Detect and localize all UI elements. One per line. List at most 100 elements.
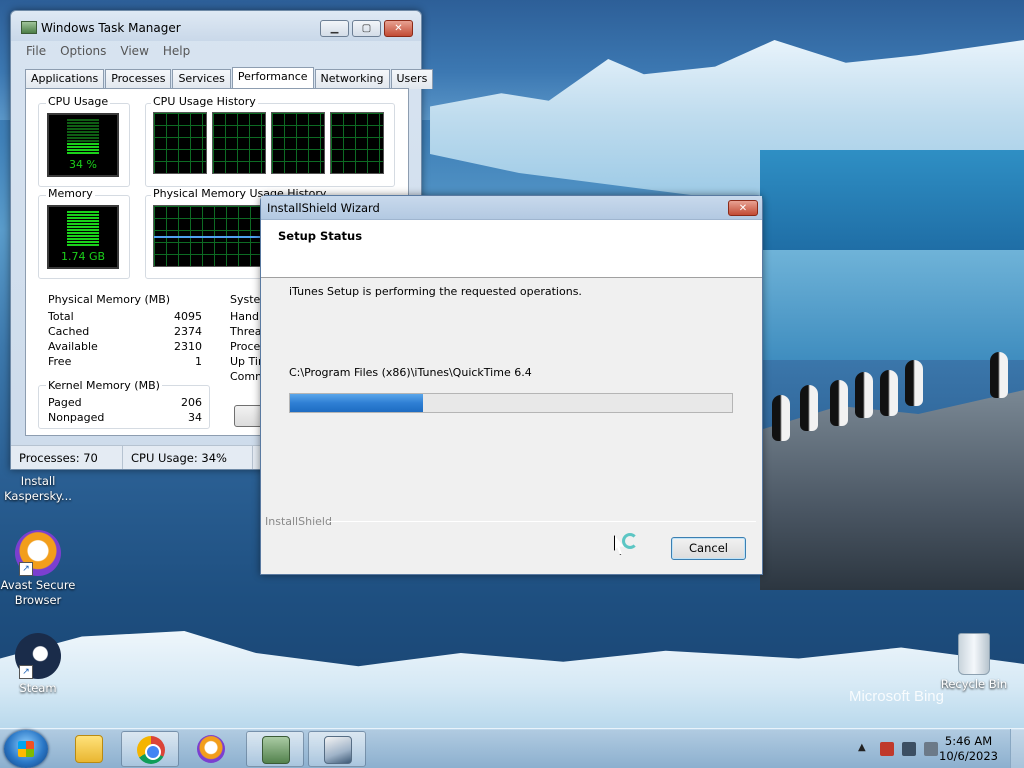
wallpaper-penguin bbox=[990, 352, 1008, 398]
wallpaper-water bbox=[760, 250, 1024, 360]
table-row: Free 1 bbox=[48, 354, 202, 369]
cpu-usage-meter: 34 % bbox=[47, 113, 119, 177]
wallpaper-penguin bbox=[772, 395, 790, 441]
menu-options[interactable]: Options bbox=[53, 41, 113, 61]
installshield-brand: InstallShield bbox=[265, 515, 332, 528]
stat-label: Paged bbox=[48, 396, 82, 409]
show-desktop-button[interactable] bbox=[1010, 729, 1024, 768]
task-manager-icon bbox=[262, 736, 290, 764]
table-row: Total 4095 bbox=[48, 309, 202, 324]
task-manager-app-icon bbox=[21, 21, 37, 34]
tab-services[interactable]: Services bbox=[172, 69, 231, 89]
volume-muted-icon[interactable] bbox=[924, 742, 938, 756]
memory-value: 1.74 GB bbox=[60, 250, 106, 263]
desktop-icon-kaspersky[interactable]: Install Kaspersky... bbox=[0, 474, 76, 504]
cpu-history-graph bbox=[271, 112, 325, 174]
status-message: iTunes Setup is performing the requested… bbox=[289, 285, 582, 298]
status-cpu-usage: CPU Usage: 34% bbox=[123, 446, 253, 469]
installshield-titlebar[interactable]: InstallShield Wizard ✕ bbox=[261, 196, 762, 220]
tab-applications[interactable]: Applications bbox=[25, 69, 105, 89]
wallpaper-penguin bbox=[905, 360, 923, 406]
tab-networking[interactable]: Networking bbox=[314, 69, 390, 89]
wallpaper-penguin bbox=[855, 372, 873, 418]
tab-performance[interactable]: Performance bbox=[231, 67, 314, 90]
taskbar-avast-browser[interactable] bbox=[182, 731, 240, 767]
shortcut-arrow-icon: ↗ bbox=[19, 665, 33, 679]
avast-browser-icon: ↗ bbox=[15, 530, 61, 576]
steam-icon: ↗ bbox=[15, 633, 61, 679]
progress-fill bbox=[290, 394, 423, 412]
memory-label: Memory bbox=[46, 187, 95, 200]
memory-meter-fill bbox=[67, 211, 99, 247]
tab-processes[interactable]: Processes bbox=[105, 69, 172, 89]
clock-date: 10/6/2023 bbox=[939, 749, 998, 763]
avast-browser-icon bbox=[197, 735, 225, 763]
kernel-memory-header: Kernel Memory (MB) bbox=[46, 379, 162, 392]
cancel-button[interactable]: Cancel bbox=[671, 537, 746, 560]
show-hidden-icons-icon[interactable]: ▲ bbox=[858, 742, 872, 756]
table-row: Paged 206 bbox=[48, 395, 202, 410]
stat-value: 34 bbox=[188, 411, 202, 424]
desktop-icon-label: Steam bbox=[19, 681, 57, 695]
cpu-history-graph bbox=[153, 112, 207, 174]
dialog-header-banner: Setup Status bbox=[261, 220, 762, 278]
cpu-history-graph bbox=[330, 112, 384, 174]
cpu-history-graph bbox=[212, 112, 266, 174]
stat-label: Nonpaged bbox=[48, 411, 105, 424]
cpu-usage-label: CPU Usage bbox=[46, 95, 111, 108]
cpu-meter-fill bbox=[67, 143, 99, 155]
task-manager-titlebar[interactable]: Windows Task Manager ▁ ▢ ✕ bbox=[11, 11, 421, 41]
wallpaper-ice-face bbox=[760, 150, 1024, 250]
desktop-icon-label: Install Kaspersky... bbox=[4, 474, 72, 503]
busy-spinner-icon bbox=[622, 533, 638, 549]
minimize-button[interactable]: ▁ bbox=[320, 20, 349, 37]
install-progress-bar bbox=[289, 393, 733, 413]
desktop-icon-label: Recycle Bin bbox=[940, 677, 1008, 691]
installshield-dialog[interactable]: InstallShield Wizard ✕ Setup Status iTun… bbox=[260, 195, 763, 575]
taskbar-explorer[interactable] bbox=[60, 731, 118, 767]
system-clock[interactable]: 5:46 AM 10/6/2023 bbox=[939, 734, 998, 764]
menu-help[interactable]: Help bbox=[156, 41, 197, 61]
folder-icon bbox=[75, 735, 103, 763]
taskbar-installshield[interactable] bbox=[308, 731, 366, 767]
action-center-flag-icon[interactable] bbox=[880, 742, 894, 756]
table-row: Available 2310 bbox=[48, 339, 202, 354]
memory-meter: 1.74 GB bbox=[47, 205, 119, 269]
desktop-icon-avast-browser[interactable]: ↗ Avast Secure Browser bbox=[0, 530, 76, 608]
taskbar-task-manager[interactable] bbox=[246, 731, 304, 767]
taskbar: ▲ 5:46 AM 10/6/2023 bbox=[0, 728, 1024, 768]
start-button[interactable] bbox=[4, 730, 48, 768]
status-processes: Processes: 70 bbox=[11, 446, 123, 469]
wallpaper-penguin bbox=[800, 385, 818, 431]
wallpaper-penguin bbox=[880, 370, 898, 416]
stat-label: Available bbox=[48, 340, 98, 353]
current-file-path: C:\Program Files (x86)\iTunes\QuickTime … bbox=[289, 366, 532, 379]
desktop-icon-steam[interactable]: ↗ Steam bbox=[0, 633, 76, 696]
menu-view[interactable]: View bbox=[113, 41, 155, 61]
physical-memory-header: Physical Memory (MB) bbox=[46, 293, 173, 306]
menu-file[interactable]: File bbox=[19, 41, 53, 61]
dialog-title: InstallShield Wizard bbox=[267, 201, 380, 215]
stat-value: 206 bbox=[181, 396, 202, 409]
maximize-button[interactable]: ▢ bbox=[352, 20, 381, 37]
desktop-icon-label: Avast Secure Browser bbox=[0, 578, 76, 607]
stat-value: 1 bbox=[195, 355, 202, 368]
setup-status-title: Setup Status bbox=[278, 229, 363, 243]
stat-label: Cached bbox=[48, 325, 90, 338]
tab-strip: Applications Processes Services Performa… bbox=[25, 67, 434, 90]
clock-time: 5:46 AM bbox=[944, 734, 993, 748]
chrome-icon bbox=[137, 736, 165, 764]
system-tray: ▲ bbox=[858, 742, 938, 756]
tab-users[interactable]: Users bbox=[390, 69, 434, 89]
stat-label: Free bbox=[48, 355, 72, 368]
close-button[interactable]: ✕ bbox=[384, 20, 413, 37]
cpu-history-label: CPU Usage History bbox=[151, 95, 258, 108]
desktop-icon-recycle-bin[interactable]: Recycle Bin bbox=[936, 633, 1012, 692]
stat-value: 4095 bbox=[174, 310, 202, 323]
wallpaper-penguin bbox=[830, 380, 848, 426]
table-row: Cached 2374 bbox=[48, 324, 202, 339]
recycle-bin-icon bbox=[958, 633, 990, 675]
close-button[interactable]: ✕ bbox=[728, 200, 758, 216]
taskbar-chrome[interactable] bbox=[121, 731, 179, 767]
network-icon[interactable] bbox=[902, 742, 916, 756]
